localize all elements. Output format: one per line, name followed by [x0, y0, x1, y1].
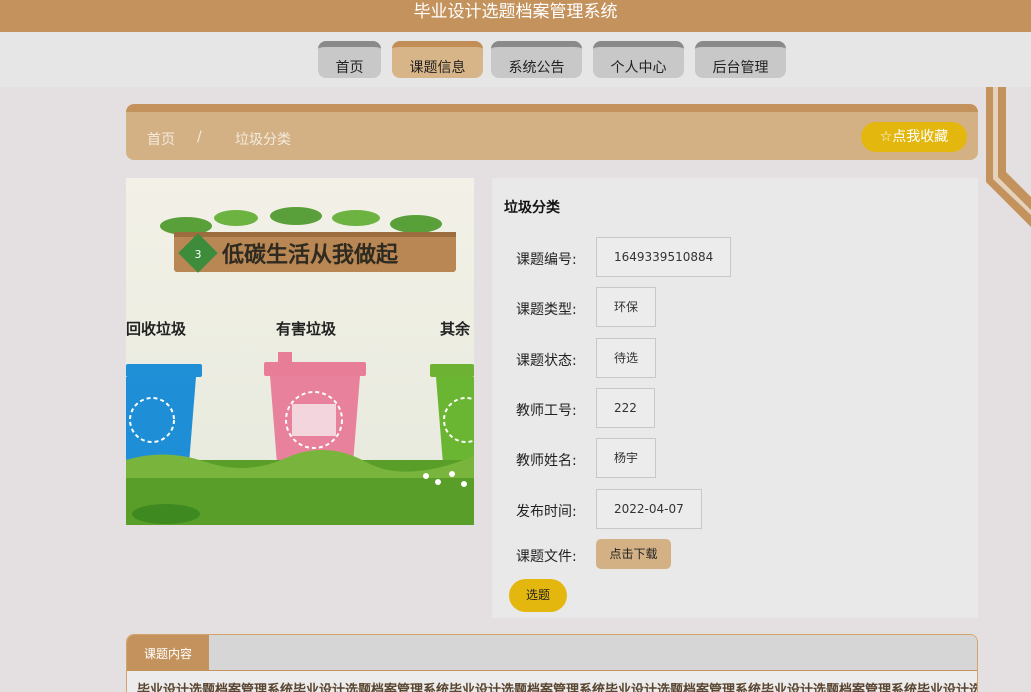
field-value: 杨宇	[596, 438, 657, 478]
field-label: 课题文件:	[516, 549, 577, 565]
field-topic-type: 课题类型: 环保	[492, 287, 978, 327]
field-label: 教师工号:	[516, 403, 577, 419]
field-value: 2022-04-07	[596, 489, 702, 529]
field-value: 待选	[596, 338, 657, 378]
breadcrumb-home[interactable]: 首页	[147, 129, 175, 149]
favorite-button[interactable]: ☆点我收藏	[861, 122, 967, 152]
field-value: 1649339510884	[596, 237, 732, 277]
field-label: 课题编号:	[516, 252, 577, 268]
field-topic-file: 课题文件: 点击下载	[492, 539, 978, 579]
nav-admin[interactable]: 后台管理	[695, 41, 786, 78]
topic-image: 3 低碳生活从我做起 回收垃圾 有害垃圾 其余	[126, 178, 474, 525]
field-teacher-name: 教师姓名: 杨宇	[492, 438, 978, 478]
image-badge: 3	[195, 248, 202, 261]
image-bin-label-hazardous: 有害垃圾	[276, 320, 337, 338]
field-label: 发布时间:	[516, 504, 577, 520]
field-value: 环保	[596, 287, 657, 327]
field-topic-number: 课题编号: 1649339510884	[492, 237, 978, 277]
corner-decoration	[986, 87, 1031, 227]
breadcrumb-current: 垃圾分类	[235, 132, 291, 148]
download-button[interactable]: 点击下载	[596, 539, 671, 569]
field-label: 课题状态:	[516, 353, 577, 369]
app-title-bar: 毕业设计选题档案管理系统	[0, 0, 1031, 32]
field-publish-date: 发布时间: 2022-04-07	[492, 489, 978, 529]
field-teacher-id: 教师工号: 222	[492, 388, 978, 428]
nav-home[interactable]: 首页	[318, 41, 381, 78]
topic-content-section: 课题内容 毕业设计选题档案管理系统毕业设计选题档案管理系统毕业设计选题档案管理系…	[126, 634, 978, 692]
nav-announcements[interactable]: 系统公告	[491, 41, 582, 78]
topic-content-text: 毕业设计选题档案管理系统毕业设计选题档案管理系统毕业设计选题档案管理系统毕业设计…	[137, 683, 978, 692]
content-tab-bar: 课题内容	[127, 635, 977, 671]
select-topic-button[interactable]: 选题	[509, 579, 567, 612]
field-topic-status: 课题状态: 待选	[492, 338, 978, 378]
nav-personal-center[interactable]: 个人中心	[593, 41, 684, 78]
breadcrumb: 首页 / 垃圾分类 ☆点我收藏	[126, 104, 978, 160]
field-label: 课题类型:	[516, 302, 577, 318]
topic-title: 垃圾分类	[504, 200, 560, 216]
image-bin-label-other: 其余	[440, 320, 471, 338]
topic-detail-panel: 垃圾分类 课题编号: 1649339510884 课题类型: 环保 课题状态: …	[492, 178, 978, 618]
main-nav: 首页 课题信息 系统公告 个人中心 后台管理	[0, 32, 1031, 87]
field-value: 222	[596, 388, 655, 428]
image-bin-label-recycle: 回收垃圾	[126, 320, 187, 338]
breadcrumb-separator: /	[197, 129, 202, 145]
image-banner-text: 低碳生活从我做起	[221, 242, 399, 268]
nav-topic-info[interactable]: 课题信息	[392, 41, 483, 78]
field-label: 教师姓名:	[516, 453, 577, 469]
tab-topic-content[interactable]: 课题内容	[127, 635, 209, 671]
app-title: 毕业设计选题档案管理系统	[413, 2, 618, 22]
